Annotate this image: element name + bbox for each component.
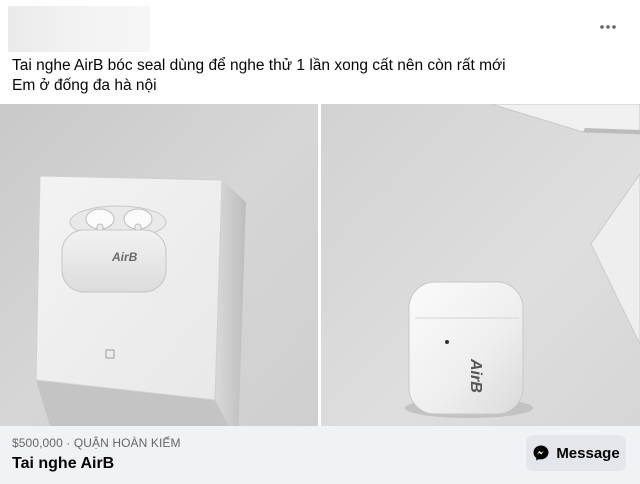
- blurred-author-header: [8, 6, 150, 52]
- photo-case[interactable]: AirB: [321, 104, 640, 426]
- message-button[interactable]: Message: [526, 435, 626, 471]
- more-options-button[interactable]: [596, 16, 620, 38]
- post-text-line: Em ở đống đa hà nội: [12, 77, 157, 94]
- case-brand-text: AirB: [467, 358, 484, 393]
- marketplace-post: Tai nghe AirB bóc seal dùng để nghe thử …: [0, 0, 640, 484]
- charging-case-image: AirB: [321, 104, 640, 426]
- listing-title[interactable]: Tai nghe AirB: [12, 455, 114, 473]
- more-horizontal-icon: [600, 25, 616, 29]
- location: QUẬN HOÀN KIẾM: [73, 436, 181, 450]
- message-label: Message: [556, 444, 620, 462]
- price-location: $500,000 · QUẬN HOÀN KIẾM: [12, 436, 181, 450]
- box-brand-text: AirB: [111, 250, 138, 264]
- photo-box[interactable]: AirB: [0, 104, 318, 426]
- earbuds-box-image: AirB: [0, 104, 318, 426]
- messenger-icon: [533, 445, 549, 461]
- price: $500,000: [12, 436, 63, 450]
- post-text-line: Tai nghe AirB bóc seal dùng để nghe thử …: [12, 57, 506, 74]
- post-body-text: Tai nghe AirB bóc seal dùng để nghe thử …: [12, 56, 612, 96]
- marketplace-footer: $500,000 · QUẬN HOÀN KIẾM Tai nghe AirB …: [0, 426, 640, 484]
- separator: ·: [62, 436, 74, 450]
- photo-grid: AirB AirB: [0, 104, 640, 426]
